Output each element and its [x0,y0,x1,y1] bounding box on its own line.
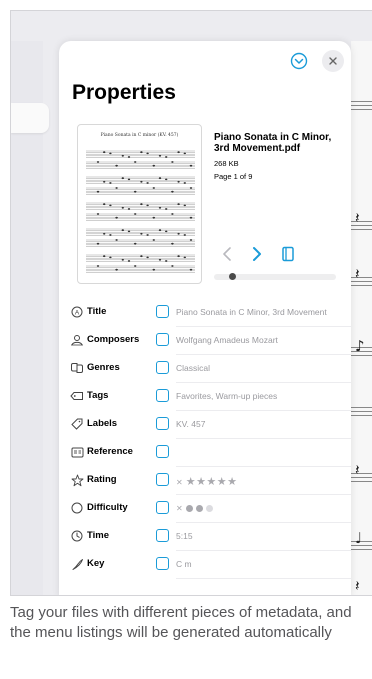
property-label: Time [87,530,110,541]
property-label: Labels [87,418,118,429]
rating-stars[interactable]: ★★★★★ [186,476,238,488]
properties-panel: Properties Piano Sonata in C minor (KV. … [59,41,351,595]
score-thumbnail[interactable]: Piano Sonata in C minor (KV. 457) [77,124,202,284]
property-checkbox[interactable] [156,361,169,374]
panel-title: Properties [72,81,176,104]
property-value[interactable]: C m [176,559,192,569]
property-label: Title [87,306,107,317]
star-icon [70,473,84,487]
composer-icon [70,333,84,347]
difficulty-icon [70,501,84,515]
close-button[interactable] [322,50,344,72]
tag-icon [70,389,84,403]
chevron-right-icon [253,247,261,261]
close-icon [329,57,337,65]
property-label: Rating [87,474,117,485]
difficulty-dots[interactable] [185,505,213,513]
property-label: Tags [87,390,109,401]
difficulty-dot[interactable] [205,505,213,513]
property-row-tags[interactable]: Tags Favorites, Warm-up pieces [59,383,351,411]
property-value[interactable]: Wolfgang Amadeus Mozart [176,335,278,345]
page-progress-slider[interactable] [214,273,336,280]
view-score-button[interactable] [277,243,299,265]
property-checkbox[interactable] [156,445,169,458]
time-icon [70,529,84,543]
page-info: Page 1 of 9 [214,172,253,181]
property-value[interactable]: Piano Sonata in C Minor, 3rd Movement [176,307,327,317]
property-row-rating[interactable]: Rating ✕ ★★★★★ [59,467,351,495]
difficulty-dot[interactable] [195,505,203,513]
property-checkbox[interactable] [156,333,169,346]
clear-rating-icon[interactable]: ✕ [176,478,183,487]
reference-icon [70,445,84,459]
clear-difficulty-icon[interactable]: ✕ [176,504,183,513]
sheet-music-preview [86,150,195,273]
label-icon [70,417,84,431]
property-row-genres[interactable]: Genres Classical [59,355,351,383]
difficulty-value[interactable]: ✕ [176,503,213,513]
property-value[interactable]: Favorites, Warm-up pieces [176,391,277,401]
rating-value[interactable]: ✕ ★★★★★ [176,475,238,488]
property-checkbox[interactable] [156,473,169,486]
property-row-title[interactable]: A Title Piano Sonata in C Minor, 3rd Movem… [59,299,351,327]
file-size: 268 KB [214,159,239,168]
sidebar-search-pill[interactable] [11,103,49,133]
chevron-down-circle-icon [290,52,308,70]
property-label: Genres [87,362,120,373]
property-checkbox[interactable] [156,389,169,402]
genres-icon [70,361,84,375]
property-checkbox[interactable] [156,529,169,542]
app-window: 𝄽 𝄽 ♪ 𝄽 ♩ 𝄽 Properties Piano Sonata in C… [10,10,372,596]
difficulty-dot[interactable] [185,505,193,513]
property-value[interactable]: 5:15 [176,531,193,541]
property-label: Difficulty [87,502,128,513]
file-name: Piano Sonata in C Minor, 3rd Movement.pd… [214,132,332,154]
property-checkbox[interactable] [156,557,169,570]
property-label: Reference [87,446,133,457]
property-value[interactable]: Classical [176,363,210,373]
next-page-button[interactable] [246,243,268,265]
property-row-difficulty[interactable]: Difficulty ✕ [59,495,351,523]
page-progress-knob[interactable] [228,273,236,280]
caption-text: Tag your files with different pieces of … [10,604,352,641]
key-icon [70,557,84,571]
property-label: Key [87,558,105,569]
row-divider [176,578,351,579]
score-page-edge: 𝄽 𝄽 ♪ 𝄽 ♩ 𝄽 [351,41,372,595]
title-icon: A [70,305,84,319]
book-icon [282,246,294,262]
previous-page-button[interactable] [216,243,238,265]
property-checkbox[interactable] [156,305,169,318]
property-label: Composers [87,334,140,345]
collapse-button[interactable] [288,50,310,72]
chevron-left-icon [223,247,231,261]
property-checkbox[interactable] [156,417,169,430]
property-row-key[interactable]: Key C m [59,551,351,579]
svg-text:A: A [75,309,80,316]
property-value[interactable]: KV. 457 [176,419,205,429]
property-row-labels[interactable]: Labels KV. 457 [59,411,351,439]
property-row-reference[interactable]: Reference [59,439,351,467]
property-row-composers[interactable]: Composers Wolfgang Amadeus Mozart [59,327,351,355]
property-row-time[interactable]: Time 5:15 [59,523,351,551]
property-checkbox[interactable] [156,501,169,514]
